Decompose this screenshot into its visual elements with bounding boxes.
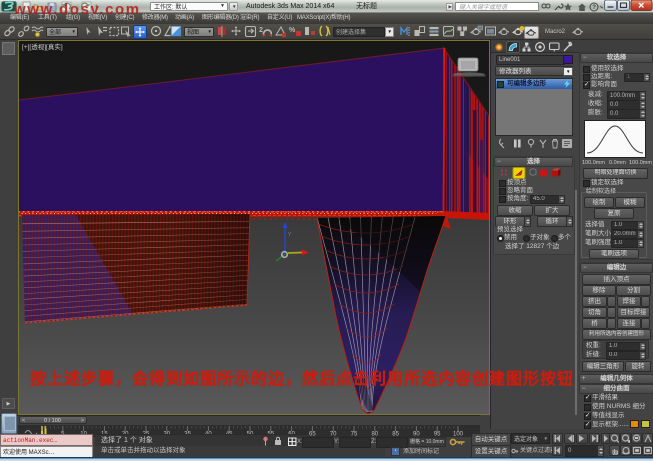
svg-text:?: ?	[592, 5, 596, 11]
svg-text:2: 2	[259, 27, 263, 34]
svg-text:[+][透视][真实]: [+][透视][真实]	[22, 42, 63, 51]
svg-text:%: %	[289, 27, 296, 34]
